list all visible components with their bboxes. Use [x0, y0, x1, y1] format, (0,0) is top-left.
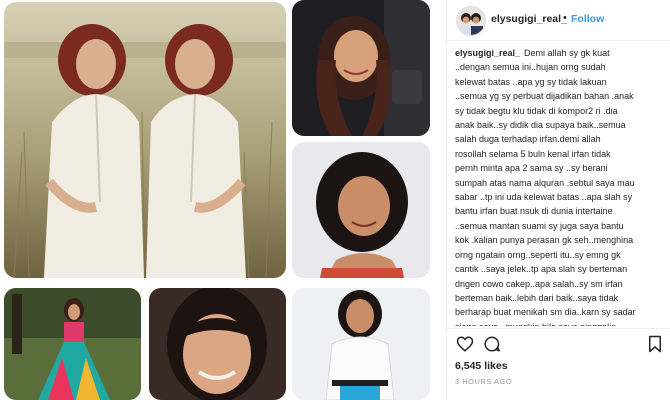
photo-white-blouse: [292, 288, 430, 400]
caption-text: berteman baik..lebih dari baik..saya tid…: [455, 292, 619, 303]
photo-outdoor-dress: [4, 288, 141, 400]
photo-closeup-bangs: [149, 288, 286, 400]
caption-text: sy tidak begtu klu tidak di kompor2 ri .…: [455, 105, 618, 116]
caption-line: salah duga terhadap irfan.demi allah: [455, 132, 665, 146]
caption-line: berteman baik..lebih dari baik..saya tid…: [455, 291, 665, 305]
caption-text: rosollah selama 5 buln kenal irfan tidak: [455, 148, 611, 159]
action-bar: [447, 328, 670, 357]
caption-line: sumpah atas nama alquran .sebtul saya ma…: [455, 176, 665, 190]
caption-text: ..semua yg sy perbuat dijadikan bahan .a…: [455, 91, 634, 102]
caption-text: salah duga terhadap irfan.demi allah: [455, 134, 601, 145]
caption-line: rosollah selama 5 buln kenal irfan tidak: [455, 147, 665, 161]
caption-text: siapa saya ..mungkin bila saya ninggalin: [455, 322, 616, 326]
caption-line: sy tidak begtu klu tidak di kompor2 ri .…: [455, 104, 665, 118]
caption-text: dngen cowo cakep..apa salah..sy sm irfan: [455, 278, 623, 289]
caption-text: ..dengan semua ini..hujan orng sudah: [455, 62, 606, 73]
caption-line: elysugigi_real_ Demi allah sy gk kuat: [455, 46, 665, 60]
photo-mirrored-white-shirt: [4, 2, 286, 278]
caption-text: sumpah atas nama alquran .sebtul saya ma…: [455, 177, 635, 188]
caption-text: pernh minta apa 2 sama sy ..sy berani: [455, 163, 608, 174]
post-media-collage[interactable]: [0, 0, 446, 400]
caption-username[interactable]: elysugigi_real_: [455, 48, 520, 58]
caption-line: orng ngatain orng..seperti itu..sy emng …: [455, 248, 665, 262]
bookmark-icon[interactable]: [646, 335, 664, 353]
photo-car-selfie: [292, 0, 430, 136]
comment-icon[interactable]: [483, 335, 501, 353]
caption-line: cantik ..saya jelek..tp apa slah sy bert…: [455, 262, 665, 276]
caption-line: ..semua yg sy perbuat dijadikan bahan .a…: [455, 89, 665, 103]
heart-icon[interactable]: [456, 335, 474, 353]
post-header: elysugigi_real_ • Follow: [447, 0, 670, 41]
caption-text: kelewat batas ..apa yg sy tidak lakuan: [455, 76, 607, 87]
caption-line: kelewat batas ..apa yg sy tidak lakuan: [455, 75, 665, 89]
likes-count[interactable]: 6,545 likes: [455, 360, 508, 372]
caption-line: pernh minta apa 2 sama sy ..sy berani: [455, 161, 665, 175]
post-panel: elysugigi_real_ • Follow elysugigi_real_…: [446, 0, 670, 400]
username-link[interactable]: elysugigi_real_: [491, 13, 567, 25]
caption-text: sabar ..tp ini uda kelewat batas ..apa s…: [455, 192, 633, 203]
caption-text: ..semua mantan suami sy juga saya bantu: [455, 220, 624, 231]
caption-line: sabar ..tp ini uda kelewat batas ..apa s…: [455, 190, 665, 204]
caption-text: bantu irfan buat nsuk di dunia intertain…: [455, 206, 613, 217]
caption-text: anak baik..sy didik dia supaya baik..sem…: [455, 120, 626, 131]
caption-line: ..dengan semua ini..hujan orng sudah: [455, 60, 665, 74]
caption-text: kok .kalian punya perasan gk seh..menghi…: [455, 235, 634, 246]
separator-dot: •: [563, 12, 567, 24]
post-timestamp: 3 HOURS AGO: [455, 377, 513, 386]
caption-line: siapa saya ..mungkin bila saya ninggalin: [455, 320, 665, 326]
follow-button[interactable]: Follow: [571, 13, 604, 25]
photo-portrait-smile: [292, 142, 430, 278]
caption-line: kok .kalian punya perasan gk seh..menghi…: [455, 233, 665, 247]
caption-line: anak baik..sy didik dia supaya baik..sem…: [455, 118, 665, 132]
caption-line: bantu irfan buat nsuk di dunia intertain…: [455, 204, 665, 218]
caption-line: dngen cowo cakep..apa salah..sy sm irfan: [455, 277, 665, 291]
caption-text: cantik ..saya jelek..tp apa slah sy bert…: [455, 264, 628, 275]
caption-text: berharap buat menikah sm dia..karn sy sa…: [455, 307, 636, 318]
caption-line: ..semua mantan suami sy juga saya bantu: [455, 219, 665, 233]
post-caption: elysugigi_real_ Demi allah sy gk kuat ..de…: [455, 46, 665, 326]
caption-text: Demi allah sy gk kuat: [524, 48, 610, 58]
avatar[interactable]: [456, 6, 486, 36]
caption-text: orng ngatain orng..seperti itu..sy emng …: [455, 249, 621, 260]
caption-line: berharap buat menikah sm dia..karn sy sa…: [455, 305, 665, 319]
